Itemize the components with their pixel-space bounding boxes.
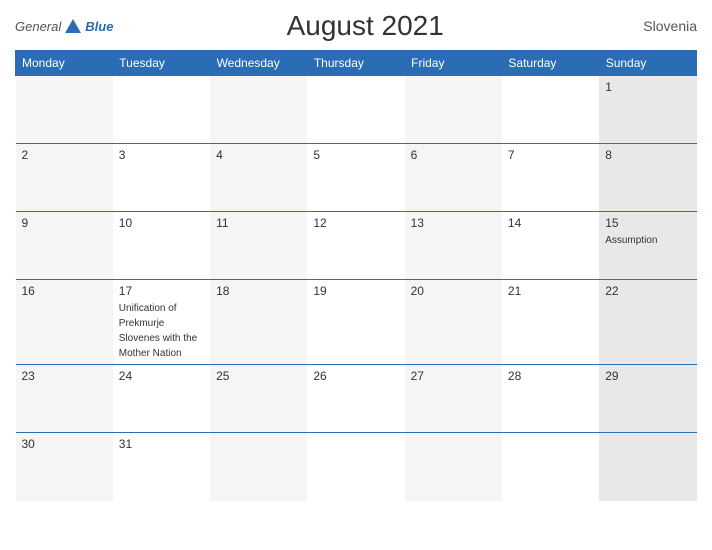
day-number: 11 (216, 216, 301, 230)
logo: General Blue (15, 19, 113, 34)
calendar-header-row: Monday Tuesday Wednesday Thursday Friday… (16, 51, 697, 76)
calendar-cell: 20 (405, 280, 502, 365)
event-label: Unification of Prekmurje Slovenes with t… (119, 303, 197, 359)
day-number: 1 (605, 80, 690, 94)
day-number: 12 (313, 216, 398, 230)
day-number: 26 (313, 369, 398, 383)
day-number: 19 (313, 284, 398, 298)
day-number: 27 (411, 369, 496, 383)
calendar-cell (502, 76, 599, 144)
calendar-week-row: 30 31 (16, 433, 697, 501)
calendar-cell: 3 (113, 144, 210, 212)
day-number: 14 (508, 216, 593, 230)
calendar-cell: 9 (16, 212, 113, 280)
calendar-cell: 31 (113, 433, 210, 501)
calendar-cell: 12 (307, 212, 404, 280)
col-tuesday: Tuesday (113, 51, 210, 76)
event-label: Assumption (605, 235, 657, 246)
day-number: 15 (605, 216, 690, 230)
calendar-cell (405, 76, 502, 144)
calendar-cell: 1 (599, 76, 696, 144)
calendar-week-row: 1 (16, 76, 697, 144)
calendar-cell (599, 433, 696, 501)
day-number: 13 (411, 216, 496, 230)
calendar-cell: 25 (210, 365, 307, 433)
day-number: 20 (411, 284, 496, 298)
logo-blue: Blue (85, 19, 113, 34)
calendar-cell: 11 (210, 212, 307, 280)
calendar-cell: 15 Assumption (599, 212, 696, 280)
day-number: 3 (119, 148, 204, 162)
day-number: 9 (22, 216, 107, 230)
calendar-cell: 13 (405, 212, 502, 280)
calendar-cell: 6 (405, 144, 502, 212)
col-thursday: Thursday (307, 51, 404, 76)
day-number: 21 (508, 284, 593, 298)
col-wednesday: Wednesday (210, 51, 307, 76)
day-number: 25 (216, 369, 301, 383)
calendar-cell (307, 76, 404, 144)
calendar-table: Monday Tuesday Wednesday Thursday Friday… (15, 50, 697, 501)
calendar-cell: 22 (599, 280, 696, 365)
calendar-cell (405, 433, 502, 501)
calendar-cell: 23 (16, 365, 113, 433)
day-number: 30 (22, 437, 107, 451)
day-number: 17 (119, 284, 204, 298)
day-number: 18 (216, 284, 301, 298)
calendar-cell (113, 76, 210, 144)
day-number: 6 (411, 148, 496, 162)
page-title: August 2021 (113, 10, 617, 42)
calendar-cell: 10 (113, 212, 210, 280)
calendar-cell: 28 (502, 365, 599, 433)
calendar-cell: 19 (307, 280, 404, 365)
day-number: 16 (22, 284, 107, 298)
calendar-cell: 24 (113, 365, 210, 433)
country-label: Slovenia (617, 18, 697, 34)
day-number: 8 (605, 148, 690, 162)
header: General Blue August 2021 Slovenia (15, 10, 697, 42)
col-saturday: Saturday (502, 51, 599, 76)
day-number: 29 (605, 369, 690, 383)
calendar-week-row: 23 24 25 26 27 28 29 (16, 365, 697, 433)
col-friday: Friday (405, 51, 502, 76)
calendar-cell: 8 (599, 144, 696, 212)
calendar-week-row: 9 10 11 12 13 14 15 Assumption (16, 212, 697, 280)
calendar-cell: 21 (502, 280, 599, 365)
calendar-cell: 5 (307, 144, 404, 212)
calendar-cell: 7 (502, 144, 599, 212)
day-number: 10 (119, 216, 204, 230)
day-number: 7 (508, 148, 593, 162)
calendar-week-row: 2345678 (16, 144, 697, 212)
calendar-cell (307, 433, 404, 501)
logo-triangle-icon (65, 19, 81, 33)
calendar-cell: 18 (210, 280, 307, 365)
day-number: 2 (22, 148, 107, 162)
calendar-cell: 16 (16, 280, 113, 365)
calendar-cell: 26 (307, 365, 404, 433)
day-number: 5 (313, 148, 398, 162)
calendar-page: General Blue August 2021 Slovenia Monday… (0, 0, 712, 550)
calendar-cell (502, 433, 599, 501)
logo-general: General (15, 19, 61, 34)
calendar-week-row: 16 17 Unification of Prekmurje Slovenes wi… (16, 280, 697, 365)
col-monday: Monday (16, 51, 113, 76)
calendar-cell: 27 (405, 365, 502, 433)
col-sunday: Sunday (599, 51, 696, 76)
day-number: 4 (216, 148, 301, 162)
calendar-cell (210, 76, 307, 144)
calendar-cell: 4 (210, 144, 307, 212)
calendar-cell: 2 (16, 144, 113, 212)
calendar-cell (16, 76, 113, 144)
calendar-cell (210, 433, 307, 501)
day-number: 22 (605, 284, 690, 298)
calendar-cell: 29 (599, 365, 696, 433)
calendar-cell: 30 (16, 433, 113, 501)
day-number: 31 (119, 437, 204, 451)
day-number: 28 (508, 369, 593, 383)
day-number: 24 (119, 369, 204, 383)
calendar-cell: 14 (502, 212, 599, 280)
calendar-cell: 17 Unification of Prekmurje Slovenes with… (113, 280, 210, 365)
day-number: 23 (22, 369, 107, 383)
